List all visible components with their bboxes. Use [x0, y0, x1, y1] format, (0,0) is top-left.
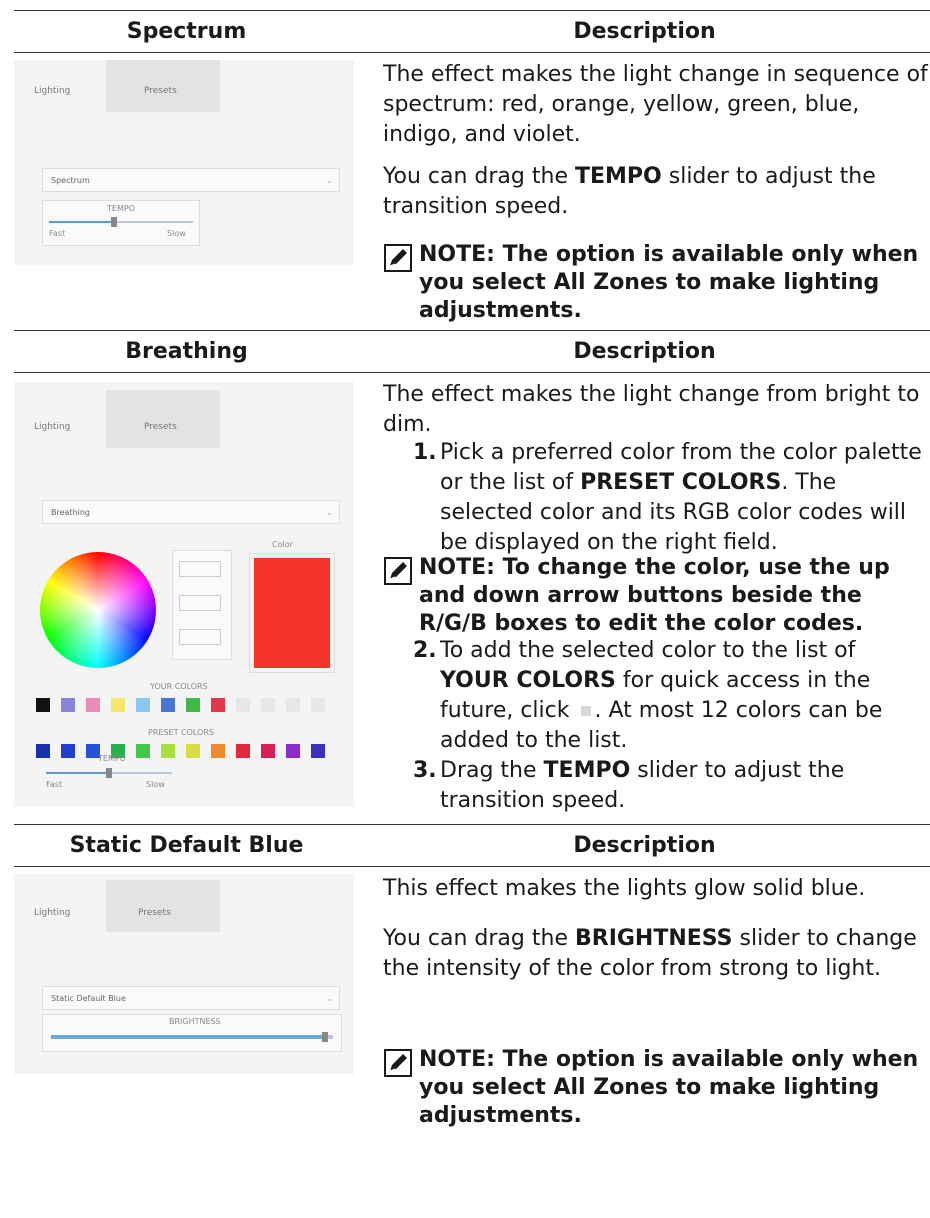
tempo-panel: TEMPO Fast Slow — [42, 200, 200, 246]
tab-presets: Presets — [138, 908, 171, 918]
note-static: NOTE: The option is available only when … — [383, 1046, 928, 1130]
table-rule — [14, 52, 930, 53]
tempo-label: TEMPO — [98, 754, 126, 763]
note-pencil-icon — [384, 557, 412, 585]
tab-lighting: Lighting — [34, 908, 71, 918]
step-2: 2. To add the selected color to the list… — [413, 638, 883, 753]
tempo-panel: TEMPO Fast Slow — [42, 754, 176, 798]
tempo-knob — [106, 768, 112, 778]
column-header-effect: Breathing — [125, 339, 248, 364]
selected-color-label: Color — [272, 540, 293, 549]
tempo-min-label: Fast — [46, 780, 63, 789]
breathing-screenshot: Lighting Presets Breathing ⌄ Color YOUR … — [14, 382, 354, 807]
tempo-fill — [49, 221, 114, 223]
step-number: 1. — [413, 440, 437, 465]
color-swatch — [136, 698, 150, 712]
brightness-fill — [51, 1035, 325, 1039]
green-code-field — [179, 595, 221, 611]
tempo-label: TEMPO — [107, 204, 135, 213]
table-rule — [14, 330, 930, 331]
color-swatch — [286, 698, 300, 712]
step-3: 3. Drag the TEMPO slider to adjust the t… — [413, 758, 845, 813]
spectrum-screenshot: Lighting Presets Spectrum ⌄ TEMPO Fast S… — [14, 60, 354, 265]
brightness-label: BRIGHTNESS — [169, 1017, 221, 1026]
effect-dropdown: Static Default Blue ⌄ — [42, 986, 340, 1010]
color-swatch — [236, 698, 250, 712]
static-description: This effect makes the lights glow solid … — [383, 876, 866, 901]
tab-lighting: Lighting — [34, 86, 71, 96]
color-swatch — [261, 698, 275, 712]
step-1: 1. Pick a preferred color from the color… — [413, 440, 922, 555]
brightness-knob — [322, 1032, 328, 1042]
rgb-boxes — [172, 550, 232, 660]
tab-presets-box: Presets — [106, 60, 220, 112]
static-brightness-text: You can drag the BRIGHTNESS slider to ch… — [383, 926, 917, 981]
effect-dropdown-value: Breathing — [51, 508, 91, 517]
tab-lighting: Lighting — [34, 422, 71, 432]
selected-color-swatch — [249, 553, 335, 673]
color-swatch — [261, 744, 275, 758]
effect-dropdown: Breathing ⌄ — [42, 500, 340, 524]
note-pencil-icon — [384, 244, 412, 272]
spectrum-description: The effect makes the light change in seq… — [383, 62, 928, 147]
note-text: NOTE: The option is available only when … — [419, 242, 919, 323]
color-swatch — [211, 744, 225, 758]
column-header-effect: Spectrum — [126, 19, 247, 44]
tab-presets: Presets — [144, 86, 177, 96]
color-wheel — [40, 552, 156, 668]
table-rule — [14, 10, 930, 11]
chevron-down-icon: ⌄ — [326, 994, 333, 1003]
blue-code-field — [179, 629, 221, 645]
add-color-icon — [580, 706, 591, 716]
tab-presets-box: Presets — [106, 390, 220, 448]
color-swatch — [286, 744, 300, 758]
column-header-description: Description — [573, 339, 716, 364]
note-spectrum: NOTE: The option is available only when … — [383, 241, 928, 325]
preset-colors-label: PRESET COLORS — [148, 728, 214, 737]
color-swatch — [61, 698, 75, 712]
tempo-max-label: Slow — [167, 229, 186, 238]
your-colors-label: YOUR COLORS — [150, 682, 208, 691]
color-swatch — [311, 744, 325, 758]
tempo-min-label: Fast — [49, 229, 66, 238]
step-number: 2. — [413, 638, 437, 663]
tempo-fill — [46, 772, 109, 774]
color-swatch — [111, 698, 125, 712]
spectrum-tempo-text: You can drag the TEMPO slider to adjust … — [383, 164, 876, 219]
note-text: NOTE: To change the color, use the up an… — [419, 555, 890, 636]
color-swatch — [211, 698, 225, 712]
tempo-knob — [111, 217, 117, 227]
color-swatch — [186, 698, 200, 712]
table-rule — [14, 824, 930, 825]
effect-dropdown-value: Spectrum — [51, 176, 90, 185]
effect-dropdown-value: Static Default Blue — [51, 994, 126, 1003]
color-swatch — [36, 698, 50, 712]
tab-presets-box: Presets — [106, 880, 220, 932]
chevron-down-icon: ⌄ — [326, 176, 333, 185]
brightness-panel: BRIGHTNESS — [42, 1014, 342, 1052]
color-swatch — [236, 744, 250, 758]
column-header-description: Description — [573, 19, 716, 44]
table-rule — [14, 372, 930, 373]
static-screenshot: Lighting Presets Static Default Blue ⌄ B… — [14, 874, 354, 1074]
color-swatch — [86, 698, 100, 712]
note-text: NOTE: The option is available only when … — [419, 1047, 919, 1128]
color-swatch — [161, 698, 175, 712]
column-header-effect: Static Default Blue — [69, 833, 304, 858]
breathing-description: The effect makes the light change from b… — [383, 382, 920, 437]
note-pencil-icon — [384, 1049, 412, 1077]
tab-presets: Presets — [144, 422, 177, 432]
note-breathing: NOTE: To change the color, use the up an… — [383, 554, 928, 638]
color-swatch — [186, 744, 200, 758]
color-swatch — [311, 698, 325, 712]
chevron-down-icon: ⌄ — [326, 508, 333, 517]
tempo-max-label: Slow — [146, 780, 165, 789]
effect-dropdown: Spectrum ⌄ — [42, 168, 340, 192]
table-rule — [14, 866, 930, 867]
column-header-description: Description — [573, 833, 716, 858]
step-number: 3. — [413, 758, 437, 783]
red-code-field — [179, 561, 221, 577]
